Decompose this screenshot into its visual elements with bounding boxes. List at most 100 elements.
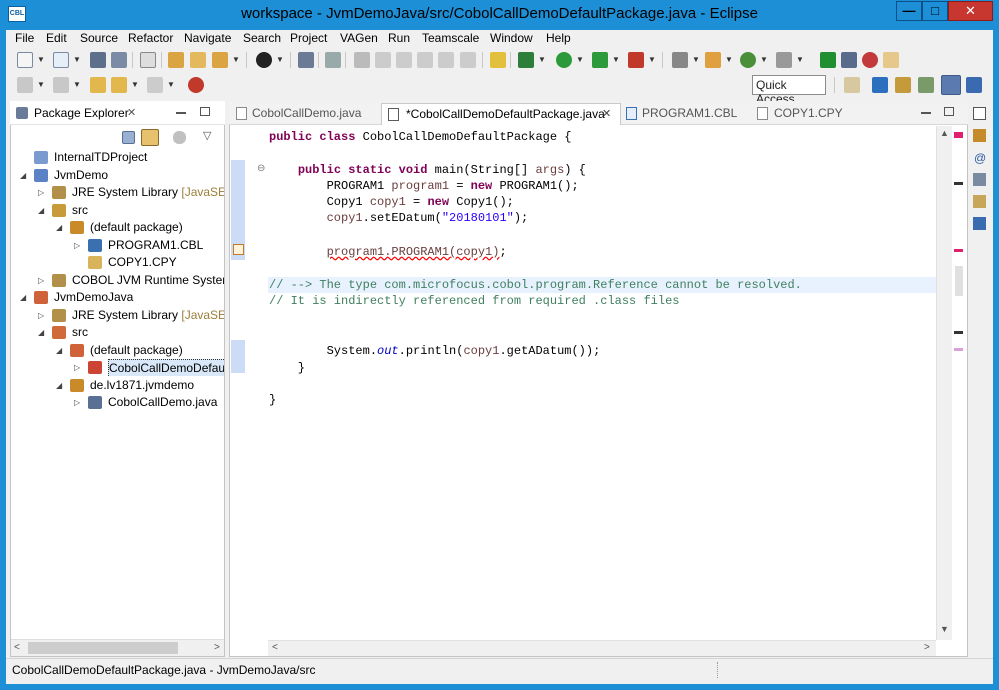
menu-refactor[interactable]: Refactor: [128, 31, 173, 45]
scroll-thumb[interactable]: [28, 642, 178, 654]
paragraph-icon[interactable]: [460, 52, 476, 68]
code-line[interactable]: Copy1 copy1 = new Copy1();: [269, 194, 514, 210]
menu-file[interactable]: File: [15, 31, 34, 45]
pin-icon[interactable]: [325, 52, 341, 68]
battery-icon[interactable]: [776, 52, 792, 68]
javadoc-icon[interactable]: @: [974, 151, 986, 165]
tree-item[interactable]: ▷ PROGRAM1.CBL: [74, 237, 224, 254]
collapse-arrow-icon[interactable]: ▷: [38, 307, 48, 324]
menu-vagen[interactable]: VAGen: [340, 31, 378, 45]
expand-arrow-icon[interactable]: ◢: [56, 219, 66, 236]
editor-vertical-scrollbar[interactable]: ▲ ▼: [936, 126, 952, 640]
open-file-icon[interactable]: [190, 52, 206, 68]
menu-source[interactable]: Source: [80, 31, 118, 45]
tree-item[interactable]: ◢ JvmDemo: [20, 167, 224, 184]
overview-ruler[interactable]: [952, 126, 966, 656]
tree-item[interactable]: ▷ CobolCallDemo.java: [74, 394, 224, 411]
console-icon[interactable]: [298, 52, 314, 68]
restore-icon[interactable]: [973, 107, 986, 120]
debug-perspective-icon[interactable]: [918, 77, 934, 93]
tree-item[interactable]: ◢ de.lv1871.jvmdemo: [56, 377, 224, 394]
tree-item[interactable]: ▷ JRE System Library [JavaSE-1.8]: [38, 184, 224, 201]
new-project-icon[interactable]: [53, 52, 69, 68]
menu-navigate[interactable]: Navigate: [184, 31, 231, 45]
expand-arrow-icon[interactable]: ◢: [38, 324, 48, 341]
outline-icon[interactable]: [973, 129, 986, 142]
collapse-arrow-icon[interactable]: ▷: [38, 272, 48, 289]
declaration-icon[interactable]: [973, 173, 986, 186]
tree-item[interactable]: ▷ CobolCallDemoDefaultPackage.java: [74, 359, 224, 376]
restore-view-icon[interactable]: [944, 107, 954, 116]
expand-arrow-icon[interactable]: ◢: [38, 202, 48, 219]
link-with-editor-icon[interactable]: [141, 129, 159, 146]
expand-arrow-icon[interactable]: ◢: [56, 377, 66, 394]
error-summary-marker[interactable]: [954, 132, 963, 138]
editor-tab-cobolcalldemo[interactable]: CobolCallDemo.java: [233, 103, 381, 125]
editor-tab-cobolcalldemodefaultpackage[interactable]: *CobolCallDemoDefaultPackage.java ✕: [381, 103, 621, 125]
chevron-down-icon[interactable]: ▼: [538, 55, 546, 64]
document-icon[interactable]: [438, 52, 454, 68]
close-icon[interactable]: ✕: [127, 106, 136, 119]
wizard-icon[interactable]: [212, 52, 228, 68]
quick-access-input[interactable]: Quick Access: [752, 75, 826, 106]
tree-item[interactable]: ▷ COBOL JVM Runtime System: [38, 272, 224, 289]
resource-perspective-icon[interactable]: [966, 77, 982, 93]
tree-item[interactable]: ◢ src: [38, 324, 224, 341]
editor-tab-program1[interactable]: PROGRAM1.CBL: [623, 103, 753, 125]
fold-collapse-icon[interactable]: ⊖: [257, 163, 265, 174]
tree-item[interactable]: ◢ (default package): [56, 342, 224, 359]
chevron-down-icon[interactable]: ▼: [131, 80, 139, 89]
search-icon[interactable]: [672, 52, 688, 68]
tree-item[interactable]: InternalTDProject: [20, 149, 224, 166]
focus-icon[interactable]: [173, 131, 186, 144]
tree-item[interactable]: COPY1.CPY: [74, 254, 224, 271]
collapse-arrow-icon[interactable]: ▷: [38, 184, 48, 201]
debug-icon[interactable]: [518, 52, 534, 68]
chevron-down-icon[interactable]: ▼: [276, 55, 284, 64]
chevron-down-icon[interactable]: ▼: [725, 55, 733, 64]
forward-icon[interactable]: [147, 77, 163, 93]
code-comment[interactable]: // --> The type com.microfocus.cobol.pro…: [269, 277, 802, 293]
menu-help[interactable]: Help: [546, 31, 571, 45]
overview-marker[interactable]: [954, 182, 963, 185]
compare-icon[interactable]: [417, 52, 433, 68]
save-icon[interactable]: [90, 52, 106, 68]
package-explorer-tab[interactable]: Package Explorer: [34, 106, 129, 120]
code-line[interactable]: public class CobolCallDemoDefaultPackage…: [269, 129, 571, 145]
scroll-left-icon[interactable]: <: [14, 642, 20, 653]
chevron-down-icon[interactable]: ▼: [612, 55, 620, 64]
scroll-left-icon[interactable]: <: [272, 642, 278, 653]
cobol-perspective-icon[interactable]: [872, 77, 888, 93]
markers-icon[interactable]: [705, 52, 721, 68]
minimize-button[interactable]: —: [896, 1, 922, 21]
menu-teamscale[interactable]: Teamscale: [422, 31, 479, 45]
open-perspective-icon[interactable]: [844, 77, 860, 93]
chevron-down-icon[interactable]: ▼: [692, 55, 700, 64]
hand-icon[interactable]: [883, 52, 899, 68]
view-menu-icon[interactable]: ▽: [203, 129, 211, 142]
open-folder-icon[interactable]: [168, 52, 184, 68]
coverage-icon[interactable]: [592, 52, 608, 68]
code-line[interactable]: public static void main(String[] args) {: [269, 162, 586, 178]
user-icon[interactable]: [256, 52, 272, 68]
search-view-icon[interactable]: [973, 195, 986, 208]
tools-icon[interactable]: [396, 52, 412, 68]
expand-arrow-icon[interactable]: ◢: [56, 342, 66, 359]
console-view-icon[interactable]: [973, 217, 986, 230]
scroll-down-icon[interactable]: ▼: [940, 624, 949, 634]
code-line[interactable]: }: [269, 392, 276, 408]
collapse-arrow-icon[interactable]: ▷: [74, 394, 84, 411]
menu-project[interactable]: Project: [290, 31, 327, 45]
editor-tab-copy1[interactable]: COPY1.CPY: [754, 103, 864, 125]
code-line[interactable]: copy1.setEDatum("20180101");: [269, 210, 529, 226]
chevron-down-icon[interactable]: ▼: [760, 55, 768, 64]
editor-gutter[interactable]: [246, 126, 268, 640]
stop-icon[interactable]: [862, 52, 878, 68]
horizontal-scrollbar[interactable]: < >: [11, 639, 224, 656]
close-icon[interactable]: ✕: [602, 104, 611, 124]
code-line[interactable]: program1.PROGRAM1(copy1);: [269, 244, 507, 260]
git-perspective-icon[interactable]: [895, 77, 911, 93]
play-icon[interactable]: [820, 52, 836, 68]
collapse-all-icon[interactable]: [122, 131, 135, 144]
chevron-down-icon[interactable]: ▼: [796, 55, 804, 64]
